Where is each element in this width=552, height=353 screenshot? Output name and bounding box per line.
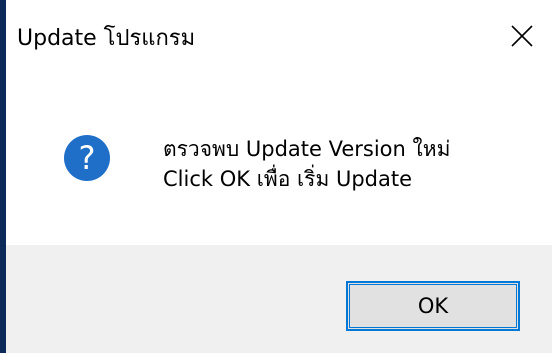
message-text: ตรวจพบ Update Version ใหม่ Click OK เพื่… [163,134,450,194]
window-title: Update โปรแกรม [17,26,196,51]
close-icon [511,25,533,47]
ok-button[interactable]: OK [346,281,520,331]
message-dialog: Update โปรแกรม ? ตรวจพบ Update Version ใ… [6,0,552,353]
dialog-footer: OK [6,245,552,353]
question-icon: ? [64,135,110,181]
title-bar: Update โปรแกรม [6,0,552,72]
dialog-body: ? ตรวจพบ Update Version ใหม่ Click OK เพ… [6,72,552,245]
message-line-1: ตรวจพบ Update Version ใหม่ [163,137,451,161]
close-button[interactable] [492,0,552,72]
message-line-2: Click OK เพื่อ เริ่ม Update [163,167,413,191]
svg-text:?: ? [79,139,96,177]
